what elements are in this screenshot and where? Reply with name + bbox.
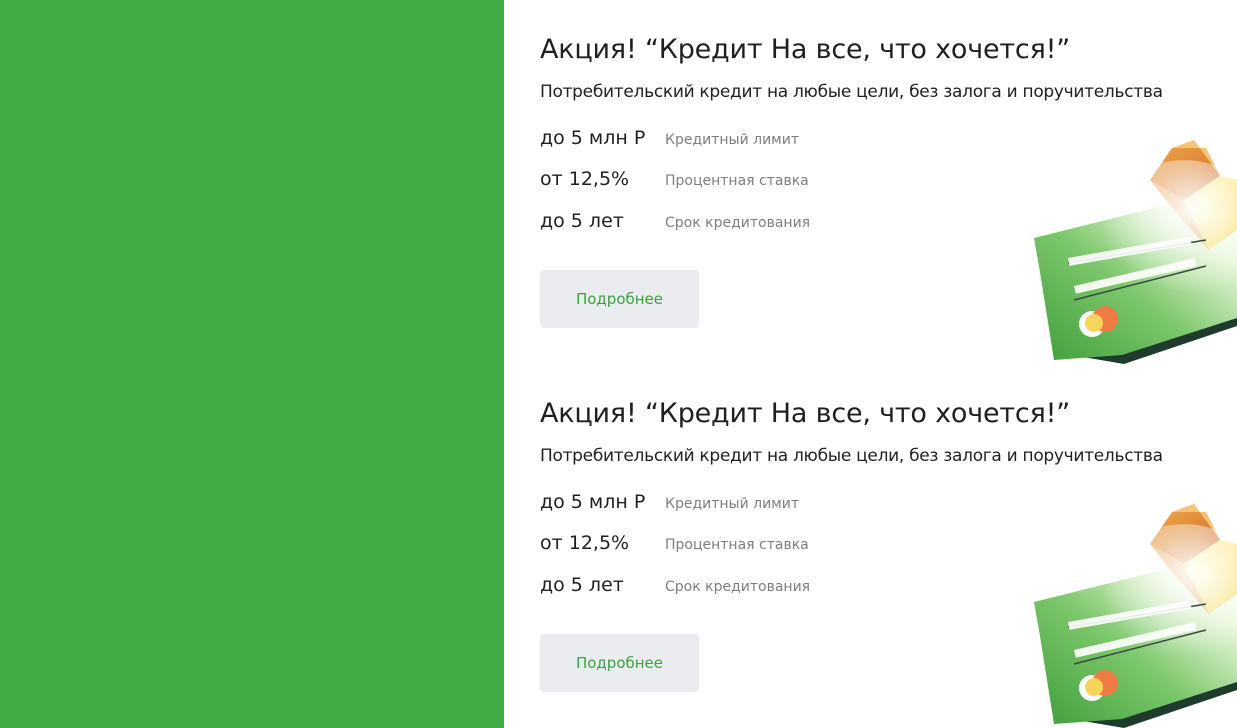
offer-stat-credit-limit: до 5 млн Р Кредитный лимит	[540, 491, 940, 521]
stat-value: до 5 лет	[540, 210, 624, 232]
offer-stat-interest-rate: от 12,5% Процентная ставка	[540, 168, 940, 198]
stat-label: Срок кредитования	[665, 579, 811, 595]
offer-subtitle: Потребительский кредит на любые цели, бе…	[540, 82, 1163, 102]
offer-stat-term: до 5 лет Срок кредитования	[540, 210, 940, 240]
stat-label: Процентная ставка	[665, 537, 809, 553]
page: Акция! “Кредит На все, что хочется!” Пот…	[0, 0, 1237, 728]
more-details-button[interactable]: Подробнее	[540, 634, 699, 692]
offer-card: Акция! “Кредит На все, что хочется!” Пот…	[504, 0, 1237, 364]
stat-value: до 5 лет	[540, 574, 624, 596]
more-details-button[interactable]: Подробнее	[540, 270, 699, 328]
offer-stat-interest-rate: от 12,5% Процентная ставка	[540, 532, 940, 562]
green-side-panel	[0, 0, 504, 728]
offer-title: Акция! “Кредит На все, что хочется!”	[540, 398, 1071, 429]
stat-value: от 12,5%	[540, 168, 630, 190]
offer-stat-credit-limit: до 5 млн Р Кредитный лимит	[540, 127, 940, 157]
offers-list: Акция! “Кредит На все, что хочется!” Пот…	[504, 0, 1237, 728]
offer-stat-term: до 5 лет Срок кредитования	[540, 574, 940, 604]
stat-value: до 5 млн Р	[540, 491, 646, 513]
stat-label: Процентная ставка	[665, 173, 809, 189]
stat-label: Кредитный лимит	[665, 132, 799, 148]
offer-card: Акция! “Кредит На все, что хочется!” Пот…	[504, 364, 1237, 728]
stat-label: Кредитный лимит	[665, 496, 799, 512]
offer-subtitle: Потребительский кредит на любые цели, бе…	[540, 446, 1163, 466]
credit-card-icon	[1034, 504, 1237, 728]
credit-card-icon	[1034, 140, 1237, 364]
stat-label: Срок кредитования	[665, 215, 811, 231]
stat-value: до 5 млн Р	[540, 127, 646, 149]
offer-title: Акция! “Кредит На все, что хочется!”	[540, 34, 1071, 65]
stat-value: от 12,5%	[540, 532, 630, 554]
